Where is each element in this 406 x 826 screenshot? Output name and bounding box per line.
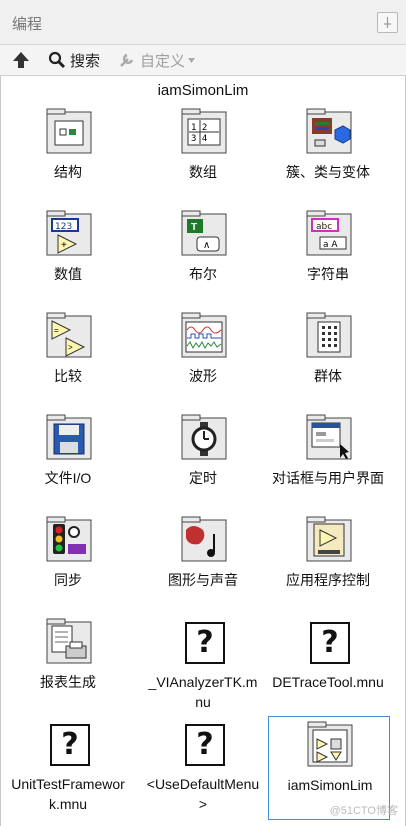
comparison-icon: = > xyxy=(46,312,92,358)
palette-item-label: _VIAnalyzerTK.mnu xyxy=(148,674,258,710)
waveform-icon xyxy=(181,312,227,358)
palette-item-label: 波形 xyxy=(189,368,217,384)
watermark: @51CTO博客 xyxy=(329,805,398,817)
svg-text:123: 123 xyxy=(55,222,72,232)
app-control-icon xyxy=(306,516,352,562)
unknown-icon: ? xyxy=(181,720,227,766)
cluster-class-variant-icon xyxy=(306,108,352,154)
palette-item-numeric[interactable]: 123 + 数值 xyxy=(6,210,130,310)
title-bar: 编程 xyxy=(0,0,406,45)
window-title: 编程 xyxy=(12,16,43,33)
palette-item-label: 簇、类与变体 xyxy=(286,164,370,180)
palette-title: iamSimonLim xyxy=(157,82,249,99)
palette-item-array[interactable]: 1 23 4 数组 xyxy=(141,108,265,208)
palette-item-boolean[interactable]: T ∧ 布尔 xyxy=(141,210,265,310)
palette-item-string[interactable]: abc a A 字符串 xyxy=(266,210,390,310)
palette-item-label: UnitTestFramework.mnu xyxy=(11,776,125,812)
palette-item-cluster[interactable]: 簇、类与变体 xyxy=(266,108,390,208)
palette-item-label: 群体 xyxy=(314,368,342,384)
palette-item-label: 同步 xyxy=(54,572,82,588)
palette-item-label: 对话框与用户界面 xyxy=(272,470,384,486)
search-label: 搜索 xyxy=(70,52,101,70)
graphics-sound-icon xyxy=(181,516,227,562)
palette-item-graphics-sound[interactable]: 图形与声音 xyxy=(141,516,265,616)
palette-item-label: 比较 xyxy=(54,368,82,384)
svg-text:=: = xyxy=(54,326,59,335)
structures-icon xyxy=(46,108,92,154)
palette-item-label: iamSimonLim xyxy=(287,777,373,793)
palette-item-label: 字符串 xyxy=(307,266,349,282)
palette-item-file-io[interactable]: 文件I/O xyxy=(6,414,130,514)
pin-icon xyxy=(384,17,391,28)
dropdown-arrow-icon xyxy=(188,57,196,63)
palette-item-comparison[interactable]: = > 比较 xyxy=(6,312,130,412)
timing-icon xyxy=(181,414,227,460)
report-generation-icon xyxy=(46,618,92,664)
palette-item-synchronization[interactable]: 同步 xyxy=(6,516,130,616)
palette-item-unittestframework[interactable]: ? UnitTestFramework.mnu xyxy=(6,720,130,820)
customize-label: 自定义 xyxy=(140,52,186,70)
palette-item-collections[interactable]: 群体 xyxy=(266,312,390,412)
palette-item-report-generation[interactable]: 报表生成 xyxy=(6,618,130,718)
palette-item-waveform[interactable]: 波形 xyxy=(141,312,265,412)
toolbar: 搜索 自定义 xyxy=(0,45,406,76)
svg-text:3 4: 3 4 xyxy=(191,134,207,144)
collections-icon xyxy=(306,312,352,358)
palette-item-label: 数组 xyxy=(189,164,217,180)
palette-item-label: 图形与声音 xyxy=(168,572,238,588)
unknown-icon: ? xyxy=(46,720,92,766)
palette-item-app-control[interactable]: 应用程序控制 xyxy=(266,516,390,616)
up-button[interactable] xyxy=(11,45,31,75)
array-icon: 1 23 4 xyxy=(181,108,227,154)
svg-text:∧: ∧ xyxy=(203,240,210,251)
palette-item-label: 应用程序控制 xyxy=(286,572,370,588)
customize-button[interactable]: 自定义 xyxy=(118,45,196,75)
synchronization-icon xyxy=(46,516,92,562)
svg-text:>: > xyxy=(68,343,73,352)
palette-item-vianalyzer[interactable]: ? _VIAnalyzerTK.mnu xyxy=(141,618,265,718)
palette-item-label: 布尔 xyxy=(189,266,217,282)
palette-item-label: 结构 xyxy=(54,164,82,180)
palette-item-label: 数值 xyxy=(54,266,82,282)
file-io-icon xyxy=(46,414,92,460)
numeric-icon: 123 + xyxy=(46,210,92,256)
search-icon xyxy=(48,51,66,69)
boolean-icon: T ∧ xyxy=(181,210,227,256)
palette-item-detracetool[interactable]: ? DETraceTool.mnu xyxy=(266,618,390,718)
palette-item-label: 定时 xyxy=(189,470,217,486)
up-arrow-icon xyxy=(13,52,29,68)
palette-item-label: DETraceTool.mnu xyxy=(272,674,384,690)
unknown-icon: ? xyxy=(306,618,352,664)
palette-item-label: 报表生成 xyxy=(40,674,96,690)
dialog-ui-icon xyxy=(306,414,352,460)
palette-item-structures[interactable]: 结构 xyxy=(6,108,130,208)
palette-item-usedefaultmenu[interactable]: ? <UseDefaultMenu> xyxy=(141,720,265,820)
palette-item-dialog-ui[interactable]: 对话框与用户界面 xyxy=(266,414,390,514)
svg-text:a A: a A xyxy=(323,240,338,250)
unknown-icon: ? xyxy=(181,618,227,664)
iamsimonlim-icon xyxy=(307,721,353,767)
wrench-icon xyxy=(120,53,134,67)
string-icon: abc a A xyxy=(306,210,352,256)
search-button[interactable]: 搜索 xyxy=(48,45,100,75)
palette-item-label: <UseDefaultMenu> xyxy=(146,776,260,812)
palette-item-label: 文件I/O xyxy=(44,470,92,486)
pin-button[interactable] xyxy=(377,12,398,33)
palette-item-timing[interactable]: 定时 xyxy=(141,414,265,514)
svg-text:T: T xyxy=(191,222,197,233)
svg-text:+: + xyxy=(61,240,67,251)
svg-text:abc: abc xyxy=(316,222,332,232)
